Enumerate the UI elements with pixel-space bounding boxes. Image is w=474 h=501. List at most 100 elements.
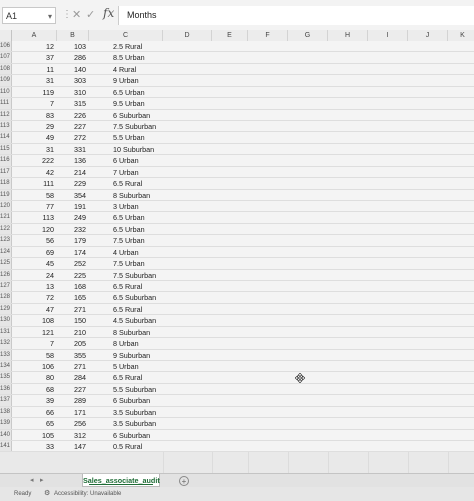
cell-a[interactable]: 106 — [12, 361, 57, 371]
cell-b[interactable]: 312 — [57, 430, 89, 440]
cell-c[interactable]: 6.5 Rural — [89, 304, 163, 314]
formula-input[interactable]: Months — [118, 6, 474, 25]
row-header[interactable]: 133 — [0, 349, 12, 361]
cell-c[interactable]: 6.5 Urban — [89, 212, 163, 222]
row-header[interactable]: 137 — [0, 395, 12, 406]
cell-b[interactable]: 271 — [57, 361, 89, 371]
cell-b[interactable]: 136 — [57, 155, 89, 165]
cell-c[interactable]: 6 Suburban — [89, 110, 163, 120]
column-header-f[interactable]: F — [248, 30, 288, 41]
cell-a[interactable]: 12 — [12, 41, 57, 51]
cell-b[interactable]: 174 — [57, 247, 89, 257]
cell-b[interactable]: 289 — [57, 395, 89, 405]
cell-a[interactable]: 7 — [12, 98, 57, 108]
add-sheet-button[interactable]: + — [179, 476, 189, 486]
cell-b[interactable]: 354 — [57, 190, 89, 200]
cell-a[interactable]: 13 — [12, 281, 57, 291]
cell-c[interactable]: 4 Rural — [89, 64, 163, 74]
cell-a[interactable]: 58 — [12, 350, 57, 360]
accessibility-icon[interactable]: ⚙ — [44, 487, 50, 501]
cell-b[interactable]: 227 — [57, 384, 89, 394]
row-header[interactable]: 117 — [0, 166, 12, 178]
cell-b[interactable]: 103 — [57, 41, 89, 51]
row-header[interactable]: 106 — [0, 41, 12, 52]
cell-c[interactable]: 6 Suburban — [89, 395, 163, 405]
cell-a[interactable]: 80 — [12, 372, 57, 382]
cell-a[interactable]: 29 — [12, 121, 57, 131]
cell-b[interactable]: 165 — [57, 292, 89, 302]
next-sheet-icon[interactable]: ▸ — [40, 476, 44, 484]
cell-a[interactable]: 113 — [12, 212, 57, 222]
cell-c[interactable]: 0.5 Rural — [89, 441, 163, 451]
row-header[interactable]: 136 — [0, 383, 12, 395]
name-box[interactable]: A1 ▾ — [2, 7, 56, 24]
cell-c[interactable]: 3.5 Suburban — [89, 418, 163, 428]
cell-b[interactable]: 315 — [57, 98, 89, 108]
cell-b[interactable]: 210 — [57, 327, 89, 337]
cell-b[interactable]: 310 — [57, 87, 89, 97]
column-header-a[interactable]: A — [12, 30, 57, 41]
cell-c[interactable]: 7.5 Suburban — [89, 121, 163, 131]
cell-a[interactable]: 77 — [12, 201, 57, 211]
row-header[interactable]: 110 — [0, 86, 12, 98]
row-header[interactable]: 124 — [0, 246, 12, 258]
cell-b[interactable]: 171 — [57, 407, 89, 417]
select-all-corner[interactable] — [0, 30, 12, 41]
cell-b[interactable]: 179 — [57, 235, 89, 245]
cell-a[interactable]: 11 — [12, 64, 57, 74]
cell-a[interactable]: 49 — [12, 132, 57, 142]
cell-b[interactable]: 286 — [57, 52, 89, 62]
cell-a[interactable]: 31 — [12, 75, 57, 85]
insert-function-icon[interactable]: fx — [103, 6, 114, 20]
row-header[interactable]: 107 — [0, 52, 12, 63]
cell-b[interactable]: 140 — [57, 64, 89, 74]
cell-b[interactable]: 168 — [57, 281, 89, 291]
cell-c[interactable]: 10 Suburban — [89, 144, 163, 154]
cell-b[interactable]: 303 — [57, 75, 89, 85]
row-header[interactable]: 108 — [0, 63, 12, 75]
cell-b[interactable]: 214 — [57, 167, 89, 177]
cell-a[interactable]: 58 — [12, 190, 57, 200]
row-header[interactable]: 113 — [0, 121, 12, 132]
cell-c[interactable]: 3 Urban — [89, 201, 163, 211]
cell-a[interactable]: 66 — [12, 407, 57, 417]
row-header[interactable]: 111 — [0, 98, 12, 109]
row-header[interactable]: 125 — [0, 258, 12, 269]
row-header[interactable]: 128 — [0, 292, 12, 303]
row-header[interactable]: 109 — [0, 75, 12, 86]
row-header[interactable]: 115 — [0, 143, 12, 155]
cell-a[interactable]: 119 — [12, 87, 57, 97]
enter-check-icon[interactable]: ✓ — [86, 8, 95, 21]
row-header[interactable]: 138 — [0, 406, 12, 418]
column-header-i[interactable]: I — [368, 30, 408, 41]
cell-b[interactable]: 191 — [57, 201, 89, 211]
cell-c[interactable]: 5 Urban — [89, 361, 163, 371]
cell-b[interactable]: 252 — [57, 258, 89, 268]
row-header[interactable]: 131 — [0, 326, 12, 338]
cell-a[interactable]: 42 — [12, 167, 57, 177]
cell-c[interactable]: 9 Suburban — [89, 350, 163, 360]
cell-a[interactable]: 120 — [12, 224, 57, 234]
cell-b[interactable]: 147 — [57, 441, 89, 451]
cell-c[interactable]: 6 Suburban — [89, 430, 163, 440]
cell-b[interactable]: 227 — [57, 121, 89, 131]
row-header[interactable]: 123 — [0, 235, 12, 246]
cell-a[interactable]: 69 — [12, 247, 57, 257]
cell-a[interactable]: 111 — [12, 178, 57, 188]
cell-a[interactable]: 24 — [12, 270, 57, 280]
row-header[interactable]: 127 — [0, 281, 12, 292]
cell-c[interactable]: 7.5 Suburban — [89, 270, 163, 280]
cell-c[interactable]: 6.5 Urban — [89, 87, 163, 97]
cell-c[interactable]: 9.5 Urban — [89, 98, 163, 108]
cell-c[interactable]: 3.5 Suburban — [89, 407, 163, 417]
cell-a[interactable]: 105 — [12, 430, 57, 440]
cell-b[interactable]: 331 — [57, 144, 89, 154]
cell-a[interactable]: 65 — [12, 418, 57, 428]
row-header[interactable]: 140 — [0, 429, 12, 441]
row-header[interactable]: 129 — [0, 303, 12, 315]
cell-b[interactable]: 284 — [57, 372, 89, 382]
row-header[interactable]: 112 — [0, 109, 12, 120]
cell-c[interactable]: 4 Urban — [89, 247, 163, 257]
cell-a[interactable]: 83 — [12, 110, 57, 120]
cell-b[interactable]: 150 — [57, 315, 89, 325]
